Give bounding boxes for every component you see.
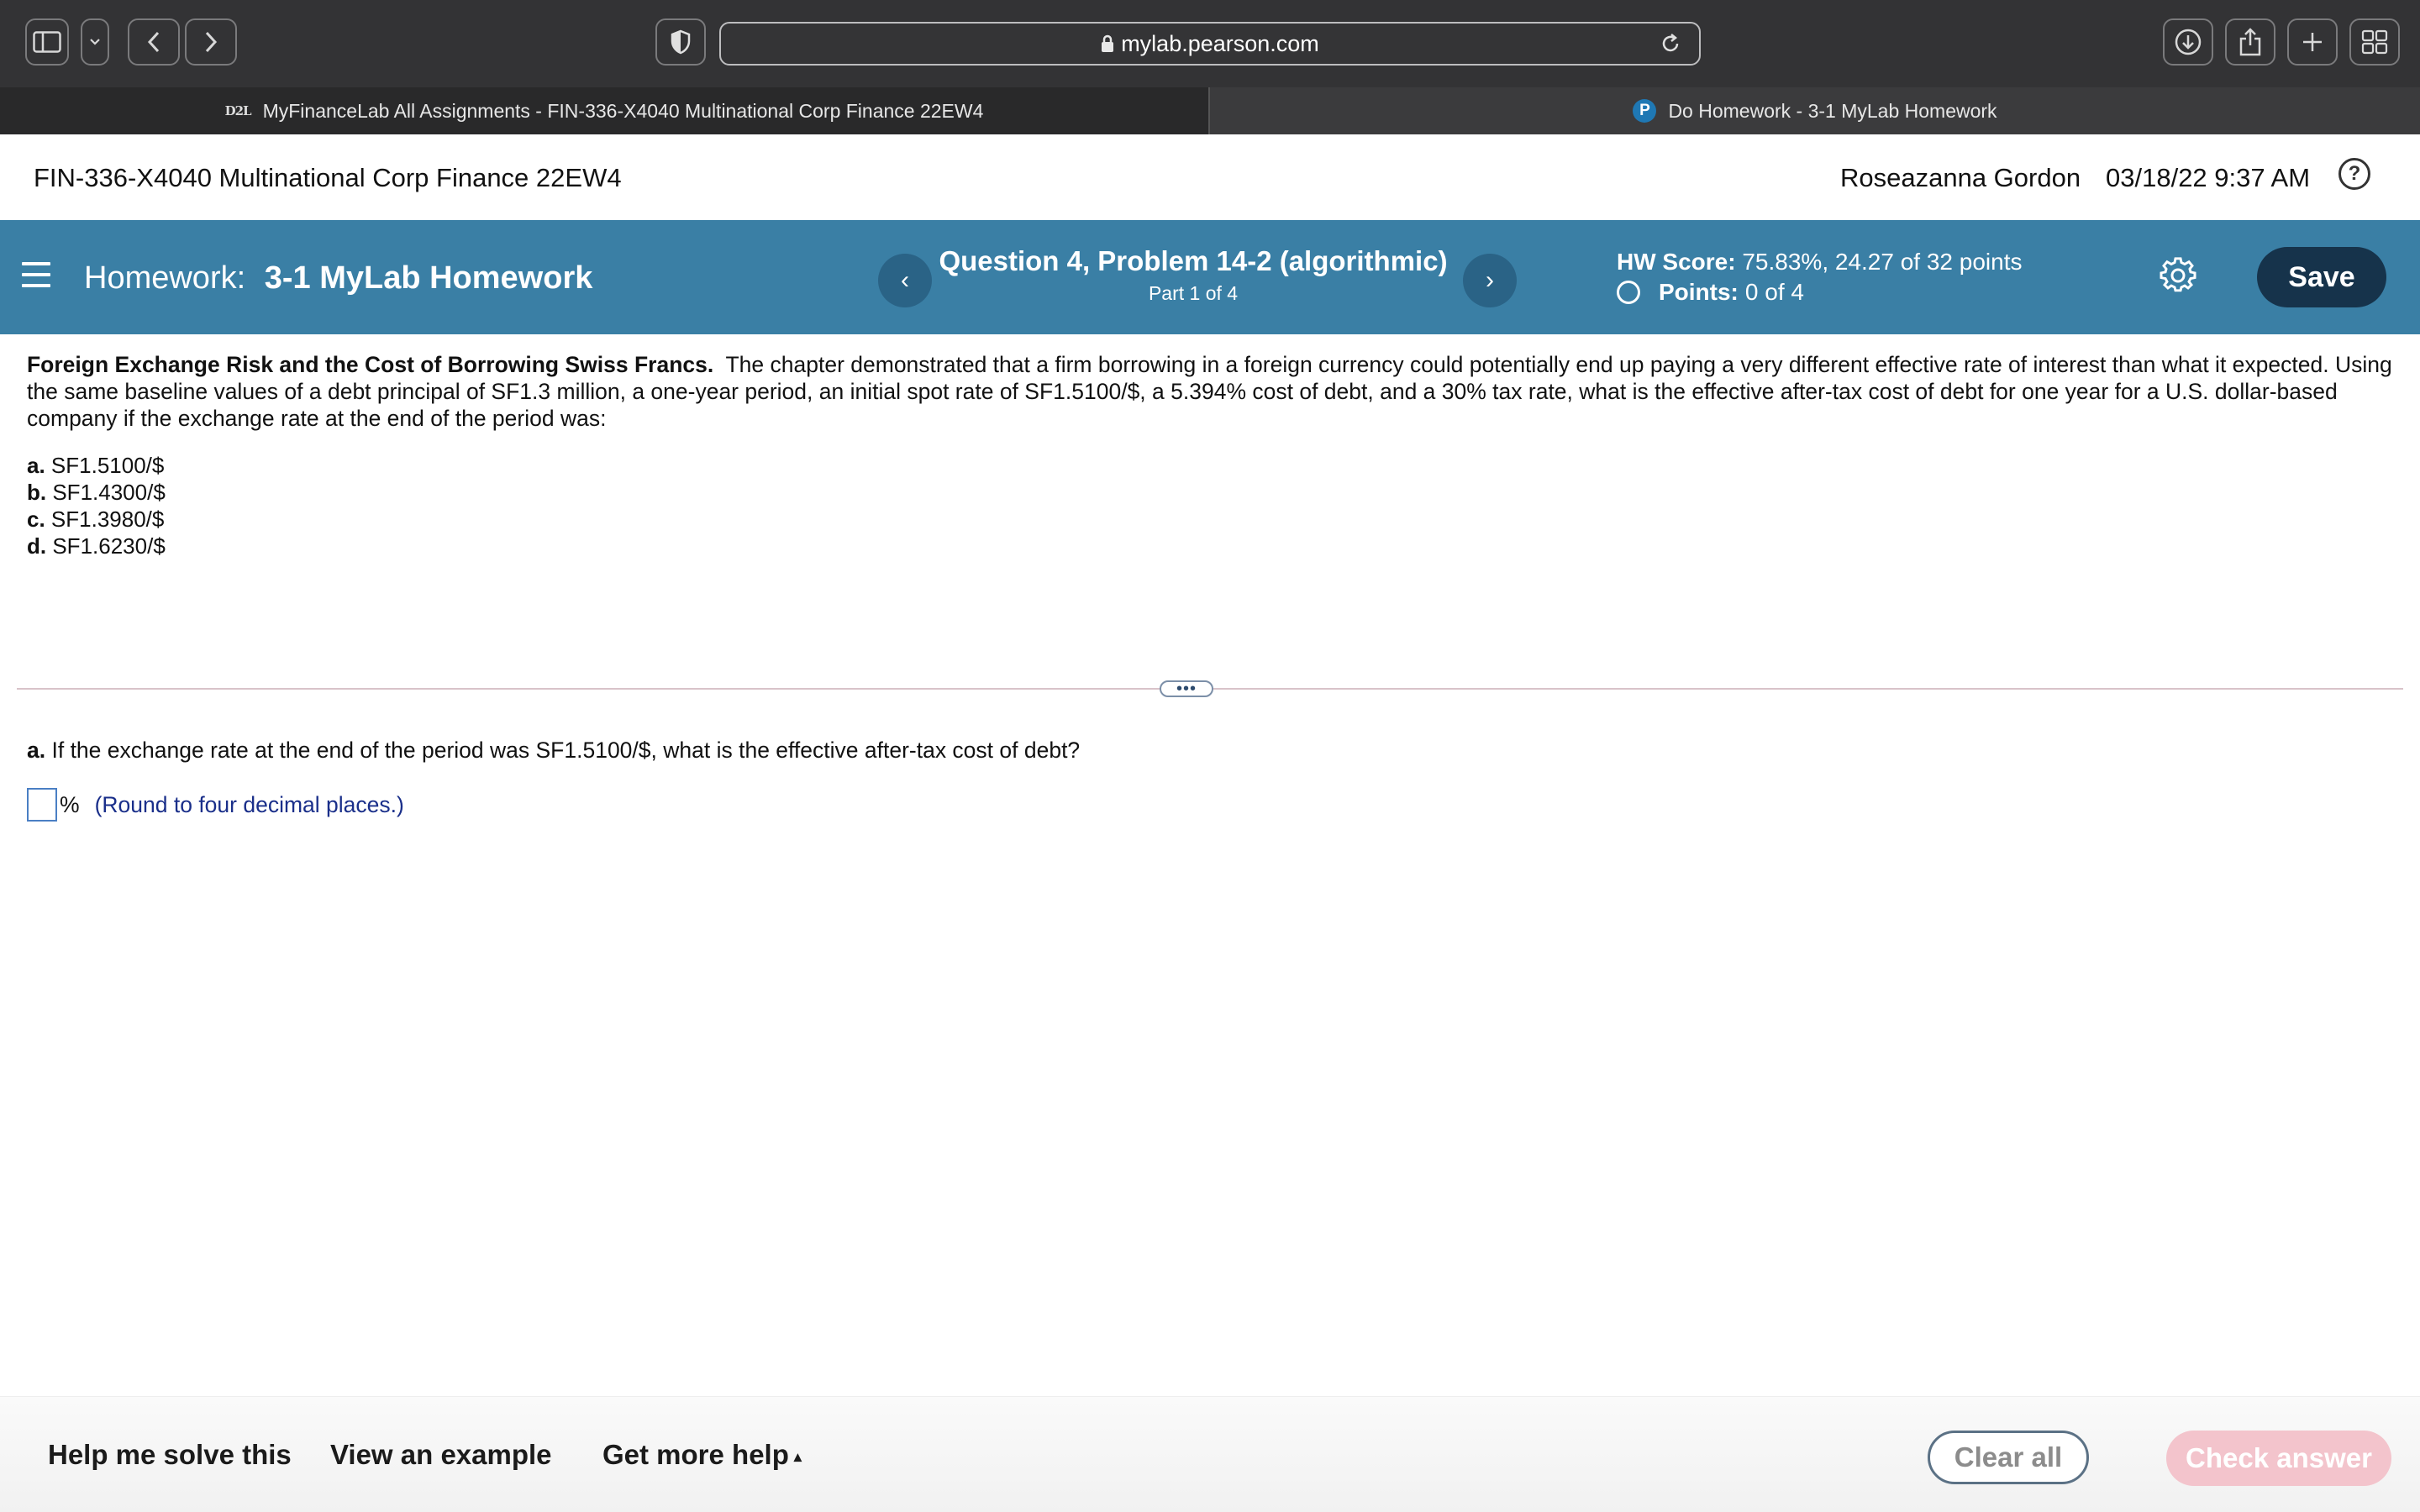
clear-all-button[interactable]: Clear all	[1928, 1431, 2089, 1484]
user-name: Roseazanna Gordon	[1840, 163, 2081, 192]
course-title: FIN-336-X4040 Multinational Corp Finance…	[34, 163, 622, 192]
tab-label: Do Homework - 3-1 MyLab Homework	[1668, 99, 1997, 122]
option-text: SF1.6230/$	[52, 533, 166, 559]
downloads-button[interactable]	[2163, 18, 2213, 66]
plus-icon	[2303, 33, 2322, 51]
shield-icon	[671, 29, 691, 55]
chevron-down-icon	[90, 39, 100, 45]
rounding-hint: (Round to four decimal places.)	[94, 791, 404, 817]
help-footer: Help me solve this View an example Get m…	[0, 1396, 2420, 1512]
homework-bar: Homework: 3-1 MyLab Homework ‹ Question …	[0, 220, 2420, 334]
question-heading: Foreign Exchange Risk and the Cost of Bo…	[27, 352, 714, 377]
d2l-favicon-icon: D2L	[224, 103, 252, 118]
forward-button[interactable]	[185, 18, 237, 66]
option-text: SF1.5100/$	[50, 453, 165, 478]
tab-overview-button[interactable]	[2349, 18, 2400, 66]
gear-icon[interactable]	[2160, 257, 2196, 294]
expand-divider-button[interactable]: •••	[1160, 680, 1213, 697]
list-item: c. SF1.3980/$	[27, 506, 166, 533]
option-letter: d.	[27, 533, 47, 559]
list-item: d. SF1.6230/$	[27, 533, 166, 559]
course-header: FIN-336-X4040 Multinational Corp Finance…	[0, 134, 2420, 220]
points-value: 0 of 4	[1744, 279, 1804, 305]
option-text: SF1.4300/$	[52, 480, 166, 505]
next-question-button[interactable]: ›	[1463, 254, 1517, 307]
points-status-icon	[1617, 281, 1640, 304]
help-me-solve-button[interactable]: Help me solve this	[48, 1439, 292, 1471]
sub-question-text: If the exchange rate at the end of the p…	[51, 738, 1081, 763]
answer-unit: %	[60, 791, 80, 817]
homework-title: Homework: 3-1 MyLab Homework	[84, 260, 592, 297]
new-tab-button[interactable]	[2287, 18, 2338, 66]
sidebar-toggle-button[interactable]	[25, 18, 69, 66]
save-button[interactable]: Save	[2257, 247, 2386, 307]
sub-question-letter: a.	[27, 738, 46, 763]
answer-input[interactable]	[27, 788, 57, 822]
tab-do-homework[interactable]: P Do Homework - 3-1 MyLab Homework	[1210, 87, 2420, 134]
share-button[interactable]	[2225, 18, 2275, 66]
answer-row: % (Round to four decimal places.)	[27, 788, 404, 822]
points-label: Points:	[1659, 279, 1739, 305]
option-letter: a.	[27, 453, 45, 478]
question-points: Points: 0 of 4	[1617, 279, 1804, 306]
tab-myfinancelab-assignments[interactable]: D2L MyFinanceLab All Assignments - FIN-3…	[0, 87, 1210, 134]
download-icon	[2175, 29, 2202, 55]
chevron-left-icon	[147, 31, 160, 53]
hw-score: HW Score: 75.83%, 24.27 of 32 points	[1617, 249, 2023, 276]
lock-icon	[1102, 34, 1114, 52]
help-icon[interactable]: ?	[2338, 158, 2370, 190]
hw-score-label: HW Score:	[1617, 249, 1736, 275]
current-datetime: 03/18/22 9:37 AM	[2106, 163, 2311, 192]
url-text: mylab.pearson.com	[1121, 30, 1319, 56]
homework-name: 3-1 MyLab Homework	[264, 260, 593, 296]
grid-icon	[2361, 29, 2388, 55]
reload-icon[interactable]	[1659, 32, 1682, 55]
privacy-shield-button[interactable]	[655, 18, 706, 66]
pearson-favicon-icon: P	[1633, 99, 1657, 123]
list-item: a. SF1.5100/$	[27, 452, 166, 479]
option-letter: c.	[27, 507, 45, 532]
sidebar-icon	[33, 31, 61, 53]
homework-prefix: Homework:	[84, 260, 246, 296]
menu-icon[interactable]	[22, 262, 50, 287]
question-title: Question 4, Problem 14-2 (algorithmic)	[939, 245, 1448, 276]
question-part: Part 1 of 4	[1148, 282, 1239, 304]
check-answer-button[interactable]: Check answer	[2166, 1431, 2391, 1486]
share-icon	[2239, 28, 2261, 56]
option-text: SF1.3980/$	[50, 507, 165, 532]
option-letter: b.	[27, 480, 47, 505]
question-text: Foreign Exchange Risk and the Cost of Bo…	[27, 351, 2396, 432]
hw-score-value: 75.83%, 24.27 of 32 points	[1742, 249, 2023, 275]
list-item: b. SF1.4300/$	[27, 479, 166, 506]
address-bar[interactable]: mylab.pearson.com	[719, 22, 1701, 66]
get-more-help-label: Get more help	[602, 1439, 789, 1470]
tab-bar: D2L MyFinanceLab All Assignments - FIN-3…	[0, 87, 2420, 134]
chevron-right-icon	[205, 31, 218, 53]
sub-question: a. If the exchange rate at the end of th…	[27, 738, 1080, 764]
sidebar-menu-button[interactable]	[81, 18, 109, 66]
browser-toolbar: mylab.pearson.com	[0, 0, 2420, 87]
back-button[interactable]	[128, 18, 180, 66]
caret-up-icon: ▴	[793, 1447, 802, 1465]
view-example-button[interactable]: View an example	[330, 1439, 552, 1471]
option-list: a. SF1.5100/$ b. SF1.4300/$ c. SF1.3980/…	[27, 452, 166, 559]
tab-label: MyFinanceLab All Assignments - FIN-336-X…	[262, 99, 984, 122]
get-more-help-button[interactable]: Get more help ▴	[602, 1439, 802, 1471]
